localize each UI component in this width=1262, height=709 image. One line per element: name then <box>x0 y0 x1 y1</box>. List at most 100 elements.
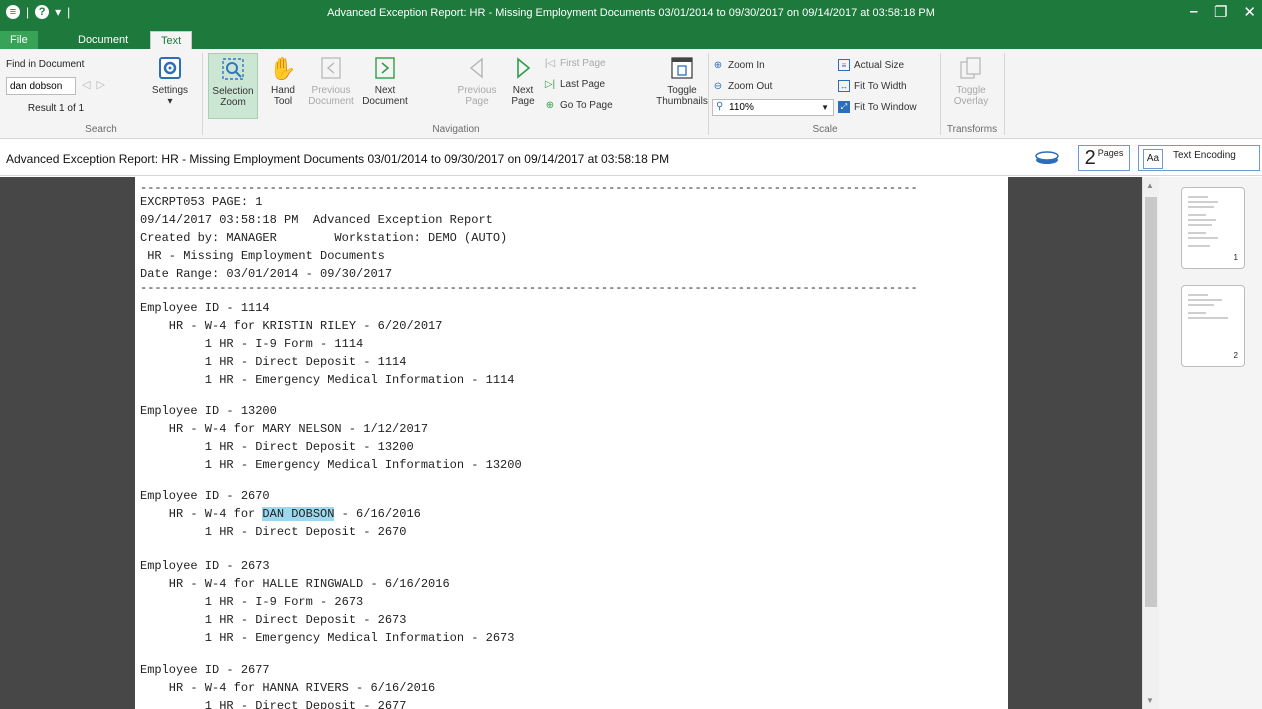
toggle-overlay-button[interactable]: Toggle Overlay <box>946 55 996 107</box>
selection-zoom-button[interactable]: Selection Zoom <box>208 53 258 119</box>
report-line: 1 HR - Emergency Medical Information - 2… <box>140 631 515 645</box>
report-line: 1 HR - Direct Deposit - 2677 <box>140 699 407 709</box>
document-title: Advanced Exception Report: HR - Missing … <box>6 152 670 166</box>
previous-document-button[interactable]: Previous Document <box>308 55 354 107</box>
report-line: HR - W-4 for MARY NELSON - 1/12/2017 <box>140 422 429 436</box>
report-line: Employee ID - 2673 <box>140 559 270 573</box>
vertical-scrollbar[interactable]: ▲ ▼ <box>1142 177 1159 709</box>
zoom-level-select[interactable]: ⚲ ▼ <box>712 99 834 116</box>
toggle-thumbnails-label-2: Thumbnails <box>656 96 708 107</box>
settings-dropdown-icon: ▾ <box>167 96 173 107</box>
divider <box>1004 53 1005 135</box>
scroll-down-icon[interactable]: ▼ <box>1146 696 1154 705</box>
zoom-level-input[interactable] <box>713 102 803 113</box>
go-to-page-button[interactable]: ⊕ Go To Page <box>544 97 613 113</box>
page-count: 2 <box>1084 147 1096 169</box>
window-title: Advanced Exception Report: HR - Missing … <box>327 7 935 19</box>
last-page-button[interactable]: ▷| Last Page <box>544 76 605 92</box>
report-text: - 6/16/2016 <box>334 507 421 521</box>
first-page-button[interactable]: |◁ First Page <box>544 55 606 71</box>
page-count-box: 2 Pages <box>1078 145 1130 171</box>
restore-icon[interactable]: ❐ <box>1214 3 1227 21</box>
tab-text[interactable]: Text <box>150 31 193 49</box>
report-line: HR - W-4 for HALLE RINGWALD - 6/16/2016 <box>140 577 450 591</box>
report-line: 1 HR - Direct Deposit - 2673 <box>140 613 407 627</box>
actual-size-button[interactable]: ≡ Actual Size <box>838 57 904 73</box>
thumbnail-page-1[interactable]: 1 <box>1181 187 1245 269</box>
tab-document[interactable]: Document <box>68 31 138 49</box>
actual-size-label: Actual Size <box>854 59 905 71</box>
thumbnails-icon <box>669 55 695 81</box>
thumbnail-page-2[interactable]: 2 <box>1181 285 1245 367</box>
rule-line: ----------------------------------------… <box>140 281 918 295</box>
document-header: Advanced Exception Report: HR - Missing … <box>0 140 1262 176</box>
previous-page-button[interactable]: Previous Page <box>454 55 500 107</box>
zoom-in-button[interactable]: ⊕ Zoom In <box>712 57 765 73</box>
find-next-icon[interactable]: ▷ <box>96 78 104 91</box>
tab-file[interactable]: File <box>0 31 38 49</box>
previous-document-label-2: Document <box>308 96 354 107</box>
rule-line: ----------------------------------------… <box>140 181 918 195</box>
fit-to-width-button[interactable]: ↔ Fit To Width <box>838 78 907 94</box>
report-line: Employee ID - 1114 <box>140 301 270 315</box>
report-line: Employee ID - 2677 <box>140 663 270 677</box>
hand-label-1: Hand <box>271 85 295 96</box>
report-header-line: Created by: MANAGER Workstation: DEMO (A… <box>140 231 508 245</box>
next-page-label-1: Next <box>512 85 534 96</box>
magnifier-icon: ⚲ <box>716 101 724 112</box>
report-header-line: HR - Missing Employment Documents <box>140 249 385 263</box>
zoom-out-label: Zoom Out <box>728 80 773 92</box>
zoom-out-button[interactable]: ⊖ Zoom Out <box>712 78 773 94</box>
next-page-icon <box>510 55 536 81</box>
toggle-thumbnails-label-1: Toggle <box>667 85 697 96</box>
scroll-up-icon[interactable]: ▲ <box>1146 181 1154 190</box>
stack-icon[interactable] <box>1034 150 1060 169</box>
thumbnail-panel: 1 2 <box>1159 177 1262 709</box>
selection-zoom-icon <box>220 56 246 82</box>
group-label-transforms: Transforms <box>946 124 998 135</box>
close-icon[interactable]: ✕ <box>1243 3 1256 21</box>
report-line: HR - W-4 for HANNA RIVERS - 6/16/2016 <box>140 681 436 695</box>
fit-to-window-button[interactable]: ⤢ Fit To Window <box>838 99 917 115</box>
hand-icon: ✋ <box>269 55 297 81</box>
minimize-icon[interactable]: – <box>1190 3 1198 21</box>
report-header-line: EXCRPT053 PAGE: 1 <box>140 195 263 209</box>
next-document-button[interactable]: Next Document <box>358 55 412 107</box>
previous-page-label-1: Previous <box>457 85 497 96</box>
report-line: 1 HR - I-9 Form - 1114 <box>140 337 364 351</box>
scrollbar-thumb[interactable] <box>1145 197 1157 607</box>
next-page-button[interactable]: Next Page <box>508 55 538 107</box>
first-page-label: First Page <box>560 57 606 69</box>
find-arrows: ◁ ▷ <box>82 78 105 91</box>
right-margin <box>1008 177 1142 709</box>
text-encoding-icon: Aa <box>1143 149 1163 169</box>
previous-page-icon <box>464 55 490 81</box>
settings-label: Settings <box>151 85 189 96</box>
text-encoding-label: Text Encoding <box>1173 150 1236 161</box>
page-count-label: Pages <box>1097 148 1124 158</box>
fit-window-icon: ⤢ <box>838 101 850 113</box>
hand-label-2: Tool <box>273 96 293 107</box>
report-page: ----------------------------------------… <box>135 177 1008 709</box>
chevron-down-icon[interactable]: ▼ <box>821 103 829 112</box>
toggle-overlay-label-2: Overlay <box>953 96 989 107</box>
report-header-line: 09/14/2017 03:58:18 PM Advanced Exceptio… <box>140 213 493 227</box>
divider <box>202 53 203 135</box>
fit-to-width-label: Fit To Width <box>854 80 907 92</box>
overlay-icon <box>958 55 984 81</box>
settings-button[interactable]: Settings ▾ <box>148 55 192 107</box>
hand-tool-button[interactable]: ✋ Hand Tool <box>266 55 300 107</box>
previous-page-label-2: Page <box>465 96 489 107</box>
toggle-thumbnails-button[interactable]: Toggle Thumbnails <box>654 55 710 107</box>
group-label-navigation: Navigation <box>432 124 480 135</box>
find-input[interactable] <box>6 77 76 95</box>
find-prev-icon[interactable]: ◁ <box>82 78 90 91</box>
search-highlight: DAN DOBSON <box>262 507 335 521</box>
window-controls: – ❐ ✕ <box>1190 3 1256 21</box>
next-document-icon <box>372 55 398 81</box>
selection-zoom-label-2: Zoom <box>220 97 246 108</box>
thumbnail-number: 1 <box>1233 253 1238 262</box>
text-encoding-button[interactable]: Aa Text Encoding <box>1138 145 1260 171</box>
next-page-label-2: Page <box>511 96 535 107</box>
last-page-icon: ▷| <box>544 78 556 90</box>
